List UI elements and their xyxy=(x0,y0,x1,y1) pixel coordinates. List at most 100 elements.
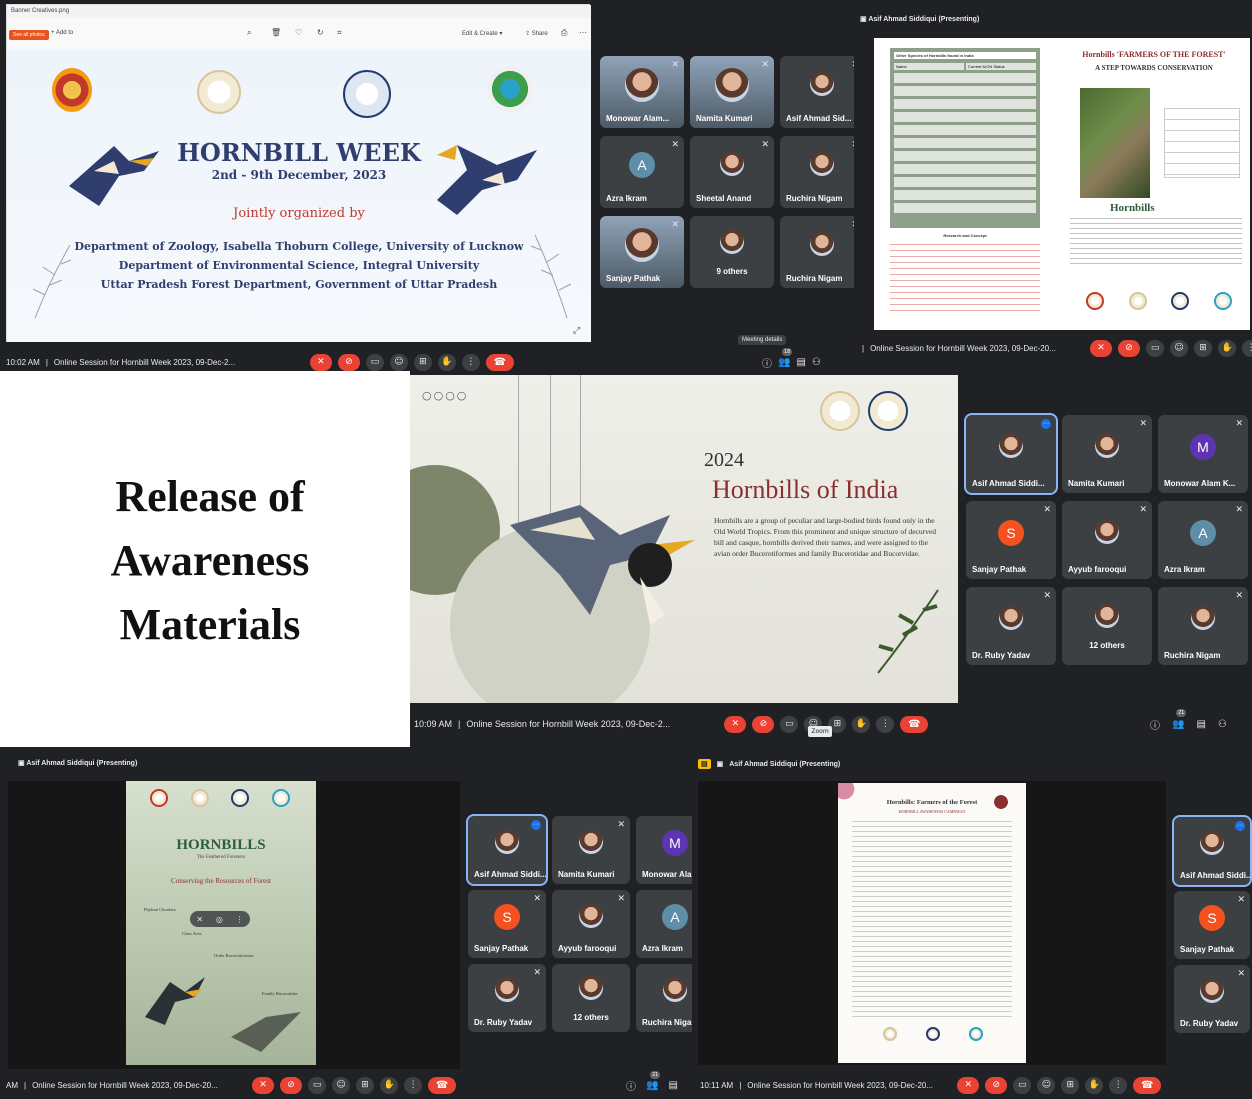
end-call-button[interactable]: ☎ xyxy=(428,1076,457,1094)
raise-hand-button[interactable]: ✋ xyxy=(1085,1076,1104,1094)
participant-tile[interactable]: 12 others xyxy=(552,964,630,1032)
camera-off-button[interactable]: ⊘ xyxy=(752,715,775,733)
participant-tile[interactable]: ✕ Monowar Alam... xyxy=(600,56,684,128)
participant-tile[interactable]: S ✕ Sanjay Pathak xyxy=(468,890,546,958)
more-options-button[interactable]: ⋮ xyxy=(1109,1076,1128,1094)
participant-tile[interactable]: ✕ Namita Kumari xyxy=(552,816,630,884)
participant-tile[interactable]: ✕ Dr. Ruby Yadav xyxy=(468,964,546,1032)
share-button[interactable]: ⇪ Share xyxy=(525,30,548,37)
captions-button[interactable]: ▭ xyxy=(365,354,384,371)
notes-icon[interactable]: ▤ xyxy=(698,759,711,769)
mic-off-button[interactable]: ✕ xyxy=(309,354,332,371)
participant-tile[interactable]: S ✕ Sanjay Pathak xyxy=(1174,891,1250,959)
favorite-icon[interactable]: ♡ xyxy=(295,28,302,37)
raise-hand-button[interactable]: ✋ xyxy=(852,715,871,733)
captions-button[interactable]: ▭ xyxy=(308,1076,327,1094)
banner-title: HORNBILL WEEK xyxy=(177,138,421,167)
participant-tile[interactable]: ✕ Dr. Ruby Yadav xyxy=(966,587,1056,665)
participant-tile[interactable]: ⋯ Asif Ahmad Siddi... xyxy=(964,413,1058,495)
itc-seal-logo xyxy=(190,789,209,807)
emoji-button[interactable]: ☺ xyxy=(389,354,408,371)
captions-button[interactable]: ▭ xyxy=(1013,1076,1032,1094)
more-options-button[interactable]: ⋮ xyxy=(461,354,480,371)
mic-overlay-pill[interactable]: ✕ ◎ ⋮ xyxy=(190,911,250,927)
edit-create-button[interactable]: Edit & Create ▾ xyxy=(462,30,502,37)
participant-tile[interactable]: ✕ Ayyub farooqui xyxy=(1062,501,1152,579)
participant-tile[interactable]: ✕ Sheetal Anand xyxy=(690,136,774,208)
participant-tile[interactable]: ✕Ruchira Nigam xyxy=(780,216,864,288)
chat-icon[interactable]: ▤ xyxy=(1196,719,1205,730)
print-icon[interactable]: ⎙ xyxy=(561,28,567,38)
camera-off-button[interactable]: ⊘ xyxy=(337,354,360,371)
participant-tile[interactable]: ✕ Dr. Ruby Yadav xyxy=(1174,965,1250,1033)
crop-icon[interactable]: ⌗ xyxy=(337,28,342,38)
participant-tile[interactable]: ✕ Namita Kumari xyxy=(1062,415,1152,493)
zoom-icon[interactable]: ⌕ xyxy=(247,28,251,38)
zoom-tooltip: Zoom xyxy=(808,725,832,737)
info-icon[interactable]: ⓘ xyxy=(1150,717,1160,732)
participant-tile[interactable]: 9 others xyxy=(690,216,774,288)
participant-tile[interactable]: ⋯ Asif Ahmad Siddi... xyxy=(466,814,548,886)
participant-tile[interactable]: ✕Ruchira Nigam xyxy=(780,136,864,208)
emoji-button[interactable]: ☺ xyxy=(1170,340,1189,357)
participant-tile[interactable]: ✕ Namita Kumari xyxy=(690,56,774,128)
mic-off-icon[interactable]: ✕ xyxy=(196,915,203,924)
camera-off-button[interactable]: ⊘ xyxy=(1118,340,1141,357)
camera-off-button[interactable]: ⊘ xyxy=(280,1076,303,1094)
end-call-button[interactable]: ☎ xyxy=(485,354,514,371)
present-button[interactable]: ⊞ xyxy=(356,1076,375,1094)
participant-tile[interactable]: A ✕ Azra Ikram xyxy=(1158,501,1248,579)
present-button[interactable]: ⊞ xyxy=(413,354,432,371)
captions-button[interactable]: ▭ xyxy=(1146,340,1165,357)
participant-tile[interactable]: M ✕ Monowar Alam K... xyxy=(1158,415,1248,493)
participant-tile[interactable]: ✕ Ayyub farooqui xyxy=(552,890,630,958)
mic-muted-icon: ✕ xyxy=(1235,419,1243,429)
chat-icon[interactable]: ▤ xyxy=(668,1080,677,1091)
end-call-button[interactable]: ☎ xyxy=(900,715,929,733)
present-button[interactable]: ⊞ xyxy=(1194,340,1213,357)
people-icon[interactable]: 👥 21 xyxy=(1172,708,1187,730)
expand-icon[interactable]: ⤢ xyxy=(573,326,580,336)
participant-tile[interactable]: ✕ Sanjay Pathak xyxy=(600,216,684,288)
more-icon[interactable]: ⋮ xyxy=(236,915,244,924)
activities-icon[interactable]: ⚇ xyxy=(1218,719,1227,730)
captions-button[interactable]: ▭ xyxy=(780,715,799,733)
activities-icon[interactable]: ⚇ xyxy=(812,357,821,368)
people-icon[interactable]: 👥 21 xyxy=(646,1070,661,1091)
see-all-photos-button[interactable]: See all photos xyxy=(9,30,49,40)
emoji-button[interactable]: ☺ xyxy=(332,1076,351,1094)
participant-tile[interactable]: ✕Asif Ahmad Sid... xyxy=(780,56,864,128)
mic-off-button[interactable]: ✕ xyxy=(1090,340,1113,357)
participant-tile[interactable]: A ✕ Azra Ikram xyxy=(600,136,684,208)
mic-off-button[interactable]: ✕ xyxy=(957,1076,980,1094)
end-call-button[interactable]: ☎ xyxy=(1133,1076,1162,1094)
participant-tile[interactable]: S ✕ Sanjay Pathak xyxy=(966,501,1056,579)
brochure-title-1: Hornbills 'FARMERS OF THE FOREST' xyxy=(1082,50,1226,59)
participant-tile[interactable]: ⋯ Asif Ahmad Siddi... xyxy=(1172,815,1252,887)
more-options-button[interactable]: ⋮ xyxy=(1242,340,1252,357)
raise-hand-button[interactable]: ✋ xyxy=(437,354,456,371)
people-icon[interactable]: 👥 18 xyxy=(778,348,793,368)
participant-tile[interactable]: ✕Ruchira Nigam xyxy=(1158,587,1248,665)
info-icon[interactable]: ⓘ xyxy=(626,1078,636,1093)
camera-off-button[interactable]: ⊘ xyxy=(985,1076,1008,1094)
mic-off-button[interactable]: ✕ xyxy=(252,1076,275,1094)
info-icon[interactable]: ⓘ xyxy=(762,355,772,370)
more-options-button[interactable]: ⋮ xyxy=(876,715,895,733)
raise-hand-button[interactable]: ✋ xyxy=(1218,340,1237,357)
present-button[interactable]: ⊞ xyxy=(1061,1076,1080,1094)
emoji-button[interactable]: ☺ xyxy=(1037,1076,1056,1094)
volume-icon[interactable]: ◎ xyxy=(216,915,223,924)
participant-name: Sanjay Pathak xyxy=(474,944,529,953)
chat-icon[interactable]: ▤ xyxy=(796,357,805,368)
mic-off-button[interactable]: ✕ xyxy=(724,715,747,733)
participant-tile[interactable]: 12 others xyxy=(1062,587,1152,665)
more-icon[interactable]: ⋯ xyxy=(579,28,587,37)
university-seal-logo xyxy=(1171,292,1190,310)
raise-hand-button[interactable]: ✋ xyxy=(380,1076,399,1094)
rotate-icon[interactable]: ↻ xyxy=(317,28,324,37)
more-options-button[interactable]: ⋮ xyxy=(404,1076,423,1094)
add-to-button[interactable]: + Add to xyxy=(51,30,73,36)
delete-icon[interactable]: 🗑 xyxy=(271,28,281,37)
emoji-button[interactable]: ☺ Zoom xyxy=(804,715,832,737)
